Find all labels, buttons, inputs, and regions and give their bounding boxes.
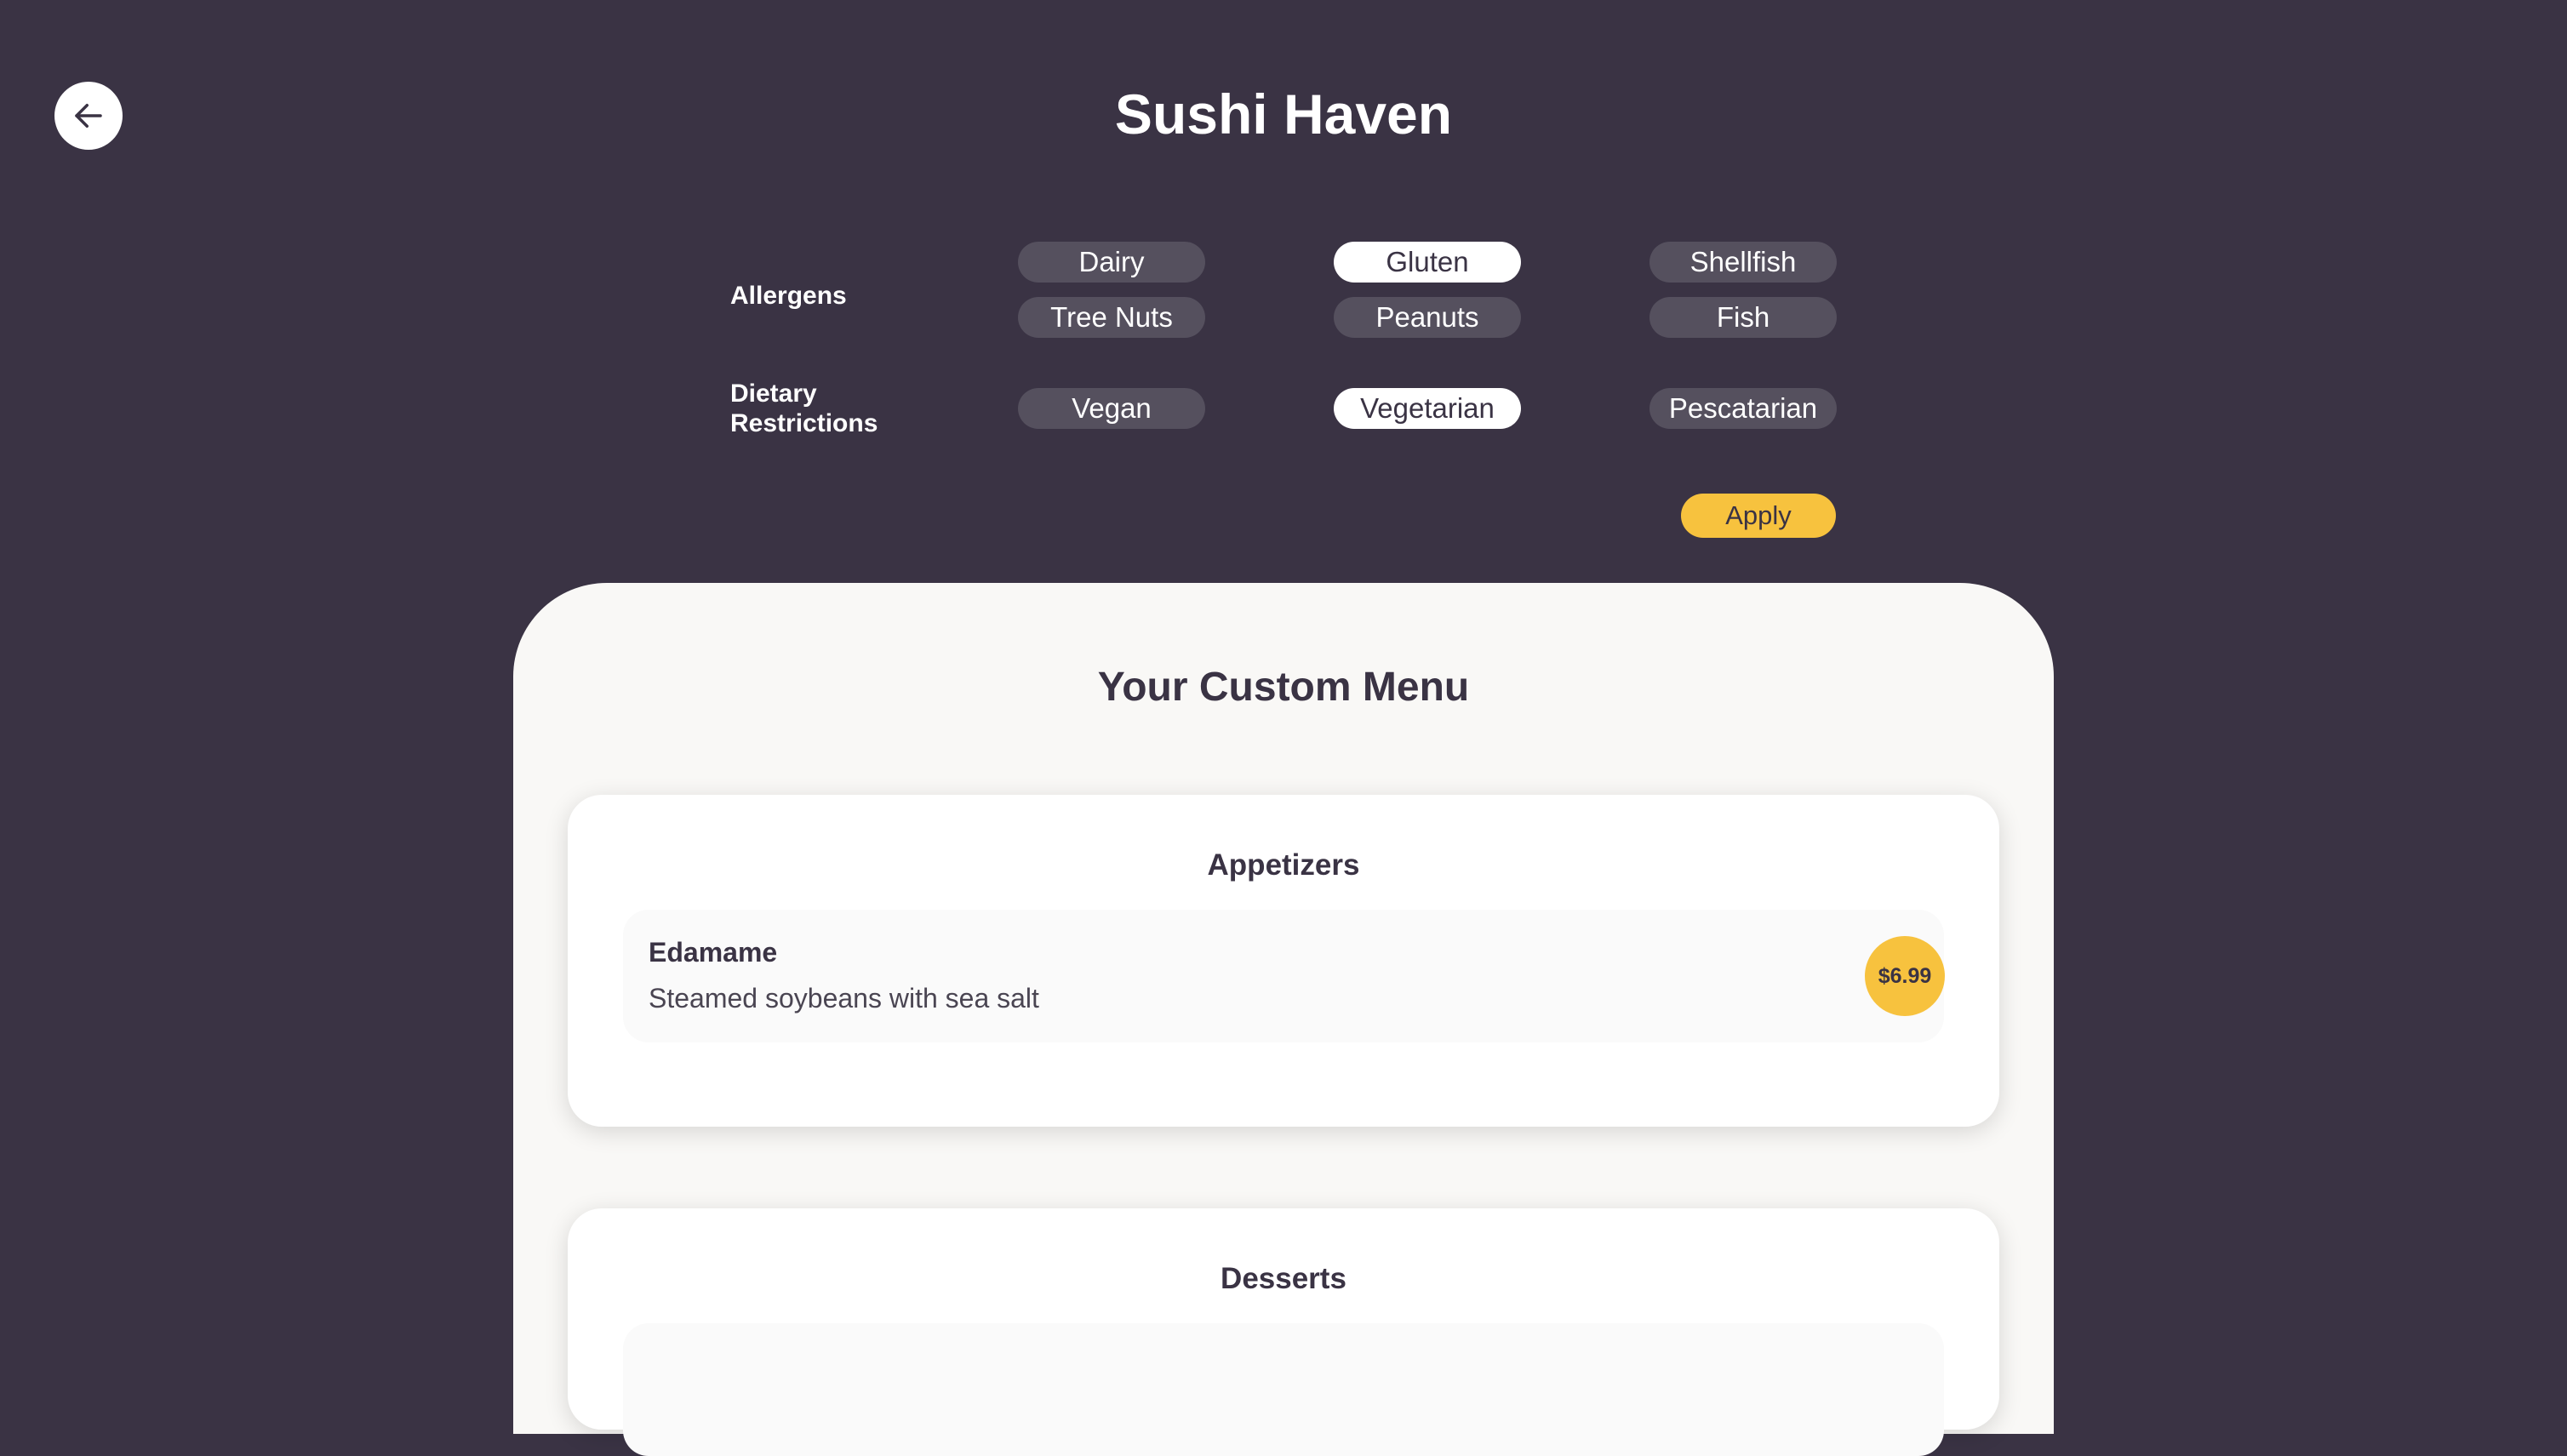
- section-card-appetizers: Appetizers Edamame Steamed soybeans with…: [568, 795, 1999, 1127]
- item-name: Edamame: [649, 937, 778, 968]
- section-title: Appetizers: [1207, 848, 1360, 882]
- chip-vegetarian[interactable]: Vegetarian: [1334, 388, 1521, 429]
- page-title: Sushi Haven: [1114, 83, 1453, 146]
- section-card-desserts: Desserts: [568, 1208, 1999, 1456]
- chip-shellfish[interactable]: Shellfish: [1649, 242, 1837, 283]
- chip-pescatarian[interactable]: Pescatarian: [1649, 388, 1837, 429]
- chip-vegan[interactable]: Vegan: [1018, 388, 1205, 429]
- allergens-label: Allergens: [730, 282, 847, 310]
- item-description: Steamed soybeans with sea salt: [649, 983, 1039, 1013]
- price-badge: $6.99: [1865, 936, 1945, 1016]
- chip-dairy[interactable]: Dairy: [1018, 242, 1205, 283]
- chip-fish[interactable]: Fish: [1649, 297, 1837, 338]
- dietary-restrictions-label: Dietary Restrictions: [730, 379, 878, 438]
- dietary-label-line-2: Restrictions: [730, 409, 878, 437]
- chip-peanuts[interactable]: Peanuts: [1334, 297, 1521, 338]
- chip-gluten[interactable]: Gluten: [1334, 242, 1521, 283]
- menu-title: Your Custom Menu: [1097, 665, 1470, 710]
- section-title: Desserts: [1221, 1262, 1346, 1295]
- apply-button[interactable]: Apply: [1681, 494, 1836, 538]
- dietary-label-line-1: Dietary: [730, 380, 817, 408]
- menu-item-placeholder: [623, 1323, 1944, 1456]
- chip-tree-nuts[interactable]: Tree Nuts: [1018, 297, 1205, 338]
- menu-item-edamame[interactable]: Edamame Steamed soybeans with sea salt $…: [623, 910, 1945, 1042]
